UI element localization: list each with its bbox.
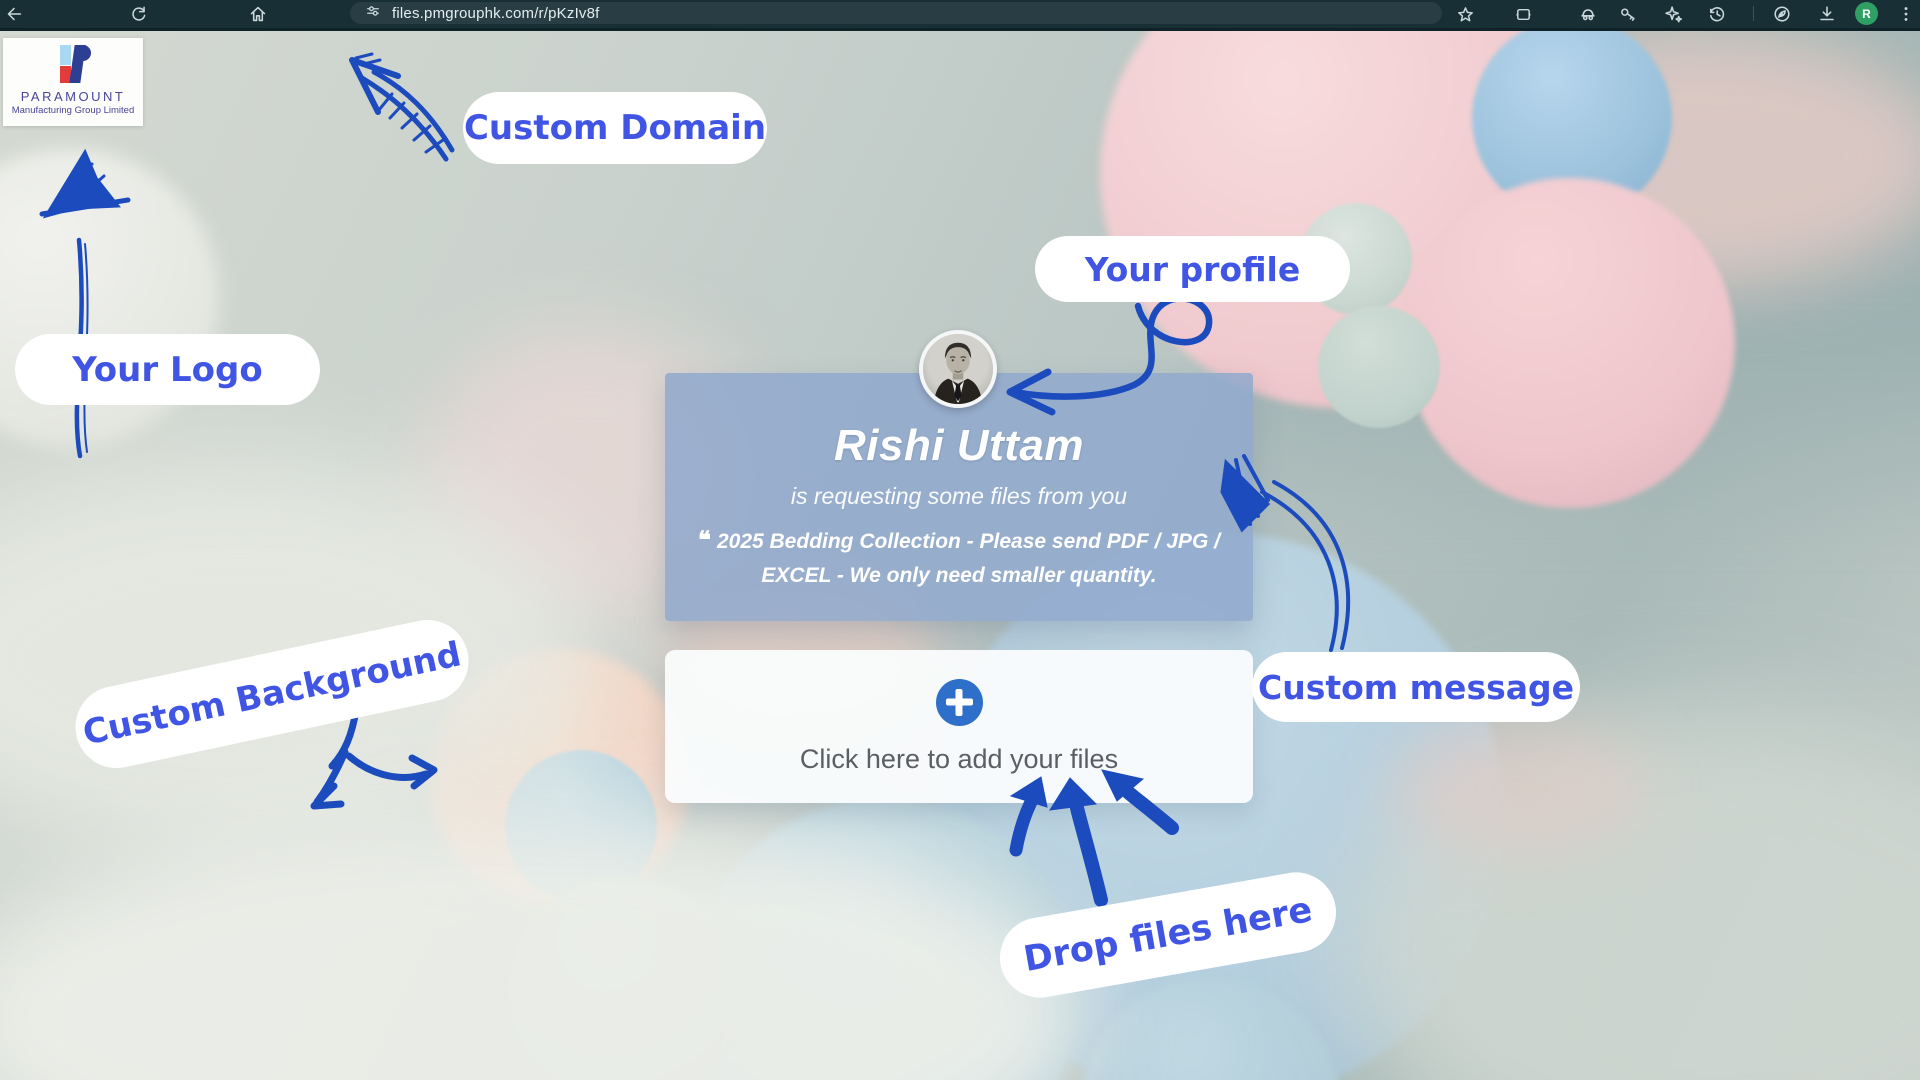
avatar-portrait xyxy=(923,334,993,404)
screenshot-stage: files.pmgrouphk.com/r/pKzIv8f R xyxy=(0,0,1920,1080)
menu-kebab-icon[interactable] xyxy=(1894,2,1918,26)
browser-toolbar: files.pmgrouphk.com/r/pKzIv8f R xyxy=(0,0,1920,31)
custom-message-text: ❝ 2025 Bedding Collection - Please send P… xyxy=(665,524,1253,593)
background-sphere xyxy=(1405,178,1735,508)
annotation-custom-message: Custom message xyxy=(1252,652,1580,722)
site-settings-sliders-icon[interactable] xyxy=(364,2,382,25)
company-logo-title: PARAMOUNT xyxy=(21,89,126,104)
password-key-icon[interactable] xyxy=(1616,2,1640,26)
annotation-your-profile: Your profile xyxy=(1035,236,1350,302)
file-dropzone[interactable]: Click here to add your files xyxy=(665,650,1253,803)
custom-domain-arrow xyxy=(352,54,452,159)
refresh-icon[interactable] xyxy=(126,2,150,26)
extension-icon[interactable] xyxy=(1576,2,1600,26)
quote-mark: ❝ xyxy=(698,527,711,554)
history-icon[interactable] xyxy=(1705,2,1729,26)
file-request-card: Rishi Uttam is requesting some files fro… xyxy=(665,373,1253,621)
browser-profile-avatar[interactable]: R xyxy=(1855,2,1878,25)
favorites-sparkle-icon[interactable] xyxy=(1661,2,1685,26)
requester-name: Rishi Uttam xyxy=(665,421,1253,471)
requester-avatar xyxy=(919,330,997,408)
side-panel-icon[interactable] xyxy=(1511,2,1535,26)
background-cloud xyxy=(1390,718,1650,858)
file-request-page: PARAMOUNT Manufacturing Group Limited Cu… xyxy=(0,28,1920,1080)
downloads-icon[interactable] xyxy=(1815,2,1839,26)
add-files-plus-button[interactable] xyxy=(936,679,983,726)
custom-message-line1: 2025 Bedding Collection - Please send PD… xyxy=(717,530,1220,553)
annotation-your-logo: Your Logo xyxy=(15,334,320,405)
back-icon[interactable] xyxy=(2,2,26,26)
address-bar[interactable]: files.pmgrouphk.com/r/pKzIv8f xyxy=(350,2,1442,24)
bookmark-star-icon[interactable] xyxy=(1453,2,1477,26)
home-icon[interactable] xyxy=(246,2,270,26)
toolbar-separator xyxy=(1753,6,1754,21)
annotation-custom-domain: Custom Domain xyxy=(463,92,767,164)
custom-message-line2: EXCEL - We only need smaller quantity. xyxy=(761,564,1156,587)
url-text[interactable]: files.pmgrouphk.com/r/pKzIv8f xyxy=(392,5,600,22)
background-sphere xyxy=(1318,306,1440,428)
company-logo: PARAMOUNT Manufacturing Group Limited xyxy=(3,38,143,126)
request-line: is requesting some files from you xyxy=(665,483,1253,510)
company-logo-subtitle: Manufacturing Group Limited xyxy=(12,105,135,116)
energy-saver-leaf-icon[interactable] xyxy=(1770,2,1794,26)
company-logo-mark xyxy=(51,45,95,85)
dropzone-label: Click here to add your files xyxy=(800,744,1118,775)
